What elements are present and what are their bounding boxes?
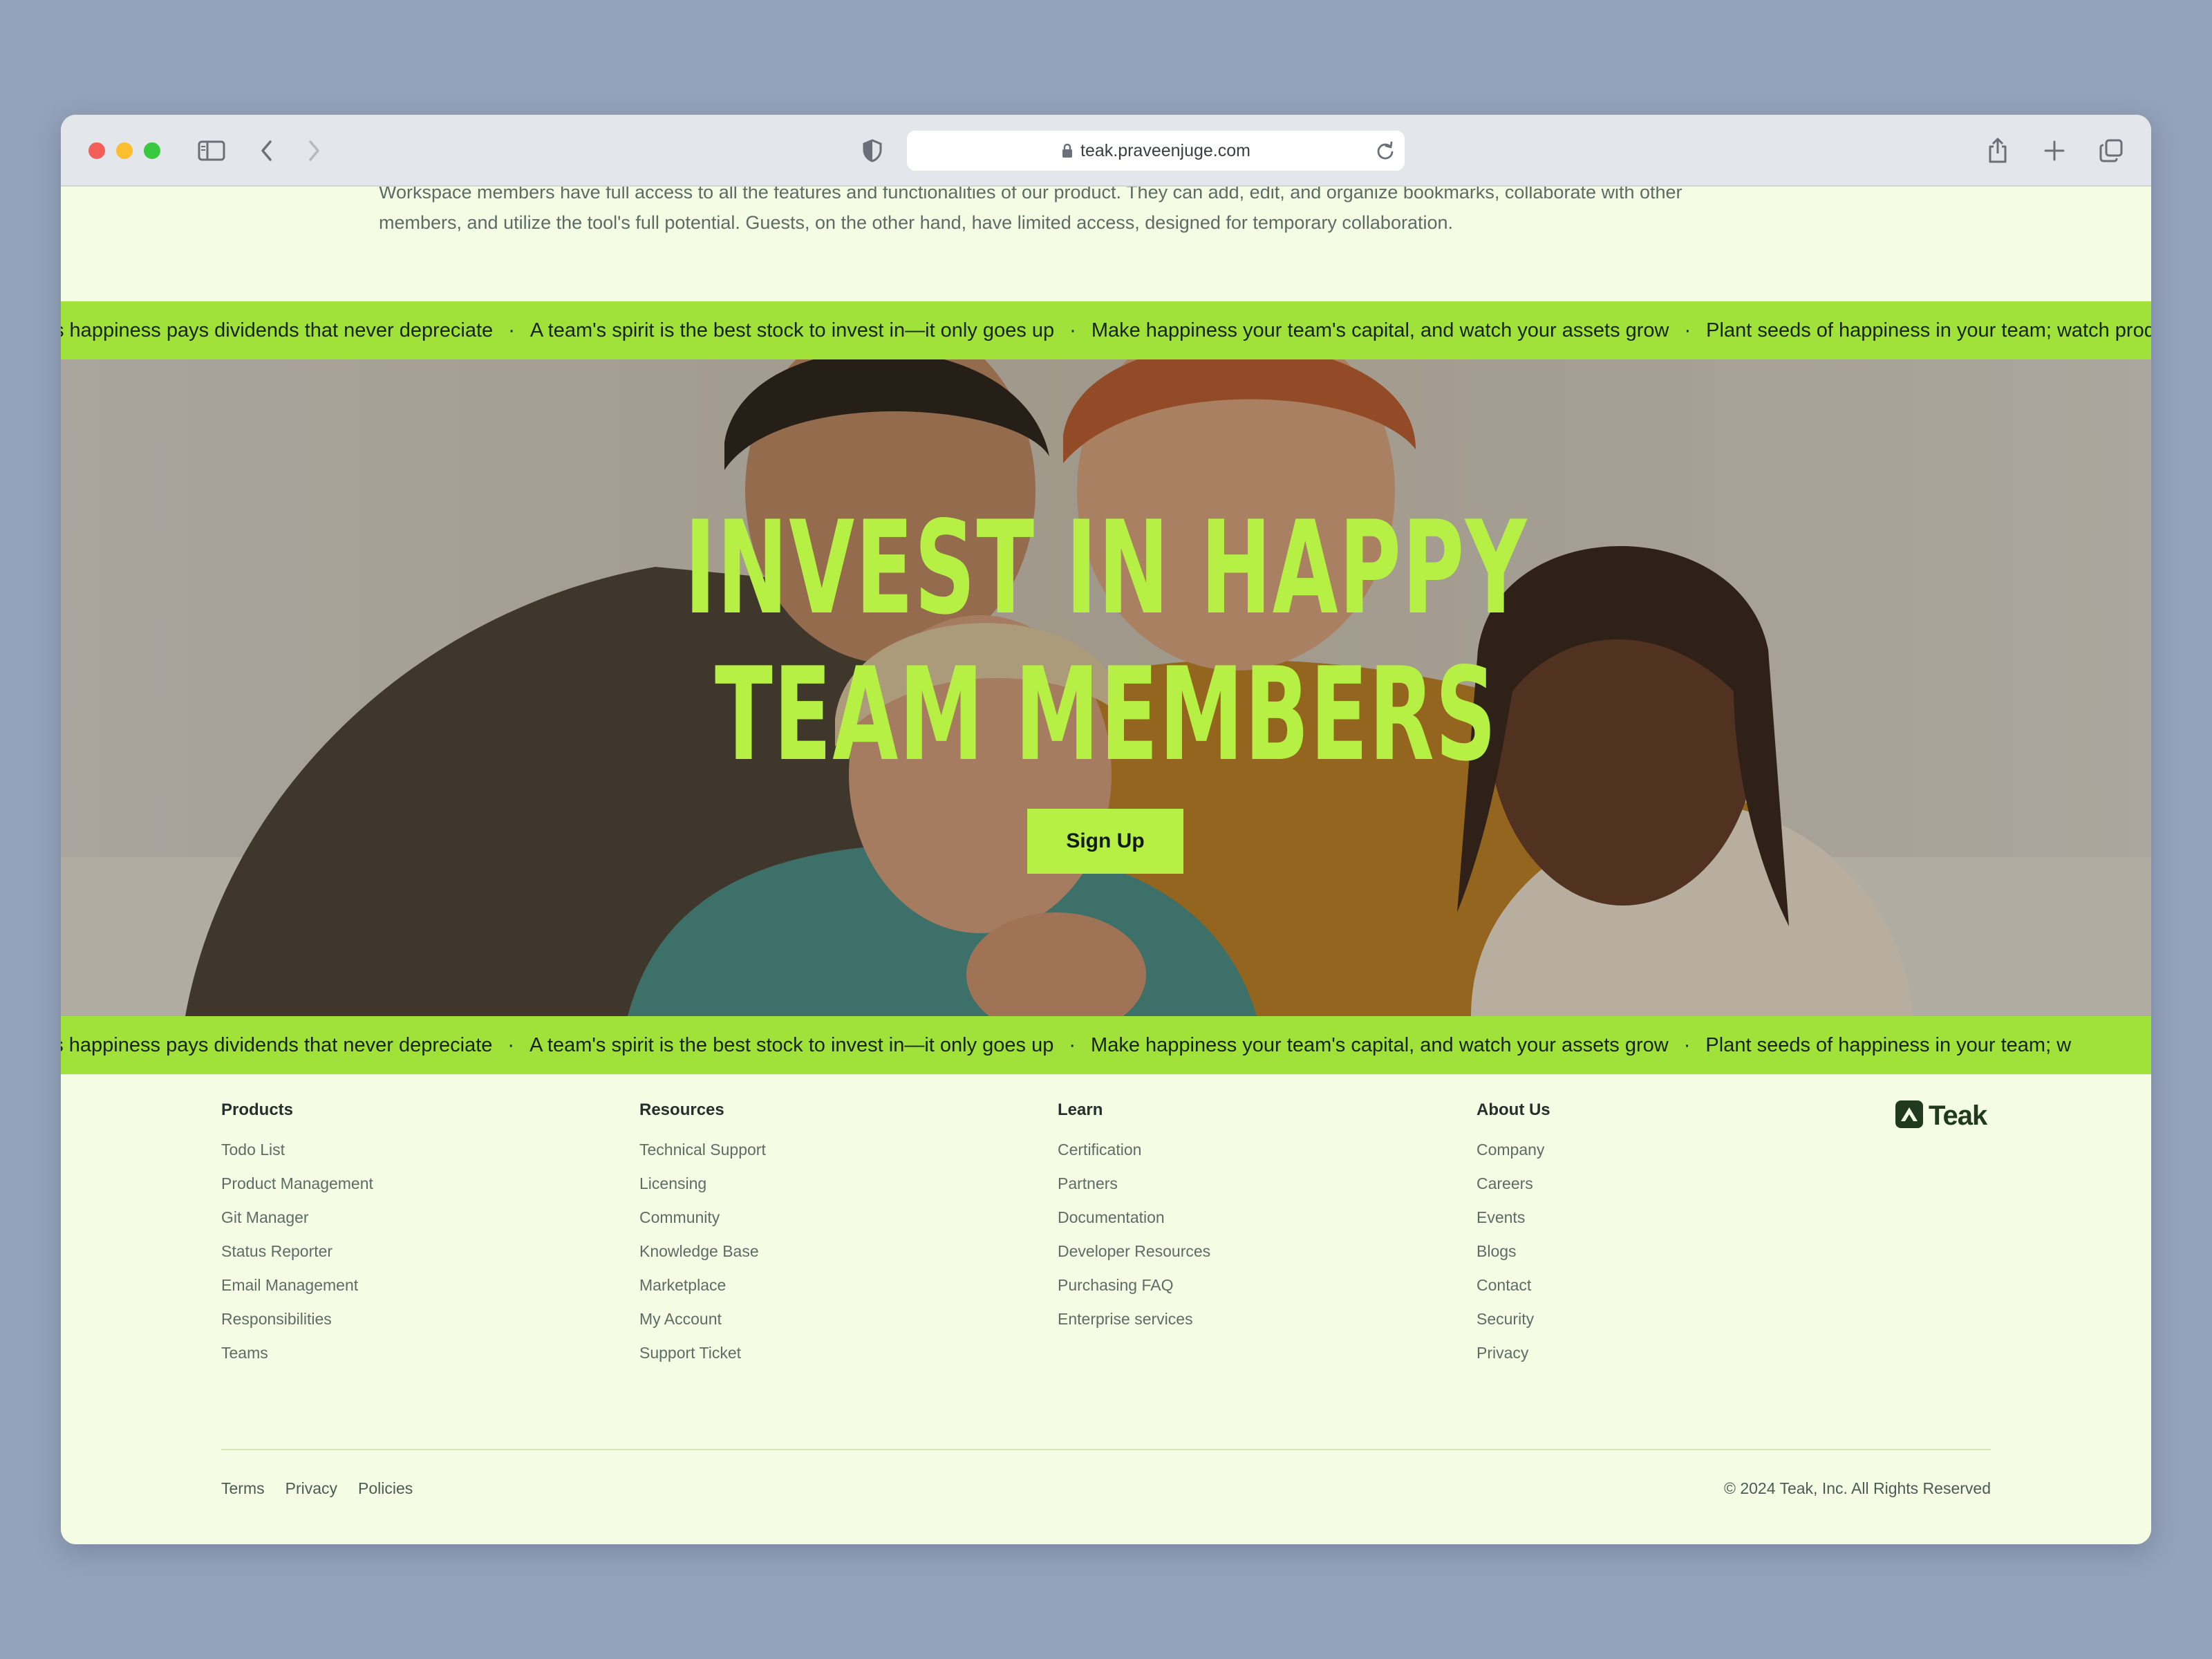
footer-link[interactable]: Marketplace <box>639 1276 766 1310</box>
hero-title-line: INVEST IN HAPPY <box>684 493 1528 643</box>
footer-link[interactable]: Contact <box>1477 1276 1550 1310</box>
legal-link-privacy[interactable]: Privacy <box>285 1479 337 1498</box>
footer-column-learn: Learn Certification Partners Documentati… <box>1058 1100 1210 1344</box>
footer-link[interactable]: Partners <box>1058 1174 1210 1208</box>
ticker-item: Plant seeds of happiness in your team; w <box>1705 1034 2072 1056</box>
footer-link[interactable]: Responsibilities <box>221 1310 373 1344</box>
footer-link[interactable]: Technical Support <box>639 1141 766 1174</box>
footer-link[interactable]: Events <box>1477 1208 1550 1242</box>
minimize-window-button[interactable] <box>116 142 133 159</box>
footer-link[interactable]: Privacy <box>1477 1344 1550 1378</box>
ticker-item: Make happiness your team's capital, and … <box>1091 1034 1669 1056</box>
footer-link[interactable]: Community <box>639 1208 766 1242</box>
members-description-line: Workspace members have full access to al… <box>379 187 1683 203</box>
footer-link[interactable]: Developer Resources <box>1058 1242 1210 1276</box>
ticker-item: A team's spirit is the best stock to inv… <box>529 1034 1054 1056</box>
page-content: Workspace members have full access to al… <box>61 187 2151 1544</box>
footer-link[interactable]: Blogs <box>1477 1242 1550 1276</box>
forward-icon[interactable] <box>299 135 329 166</box>
footer-link[interactable]: Product Management <box>221 1174 373 1208</box>
copyright-text: © 2024 Teak, Inc. All Rights Reserved <box>1723 1479 1991 1497</box>
footer-divider <box>221 1449 1991 1450</box>
ticker-item: Investing in your team's happiness pays … <box>61 1034 493 1056</box>
new-tab-icon[interactable] <box>2039 135 2070 166</box>
footer-link[interactable]: Documentation <box>1058 1208 1210 1242</box>
footer-link[interactable]: Teams <box>221 1344 373 1378</box>
legal-link-policies[interactable]: Policies <box>358 1479 413 1498</box>
footer-column-resources: Resources Technical Support Licensing Co… <box>639 1100 766 1378</box>
browser-window: teak.praveenjuge.com Workspace members h… <box>61 115 2151 1544</box>
footer-link[interactable]: Security <box>1477 1310 1550 1344</box>
ticker-item: Make happiness your team's capital, and … <box>1091 319 1669 341</box>
footer-link[interactable]: Git Manager <box>221 1208 373 1242</box>
lock-icon <box>1061 142 1074 159</box>
members-description: Workspace members have full access to al… <box>379 187 1858 238</box>
footer-link[interactable]: Email Management <box>221 1276 373 1310</box>
brand-logo[interactable]: Teak <box>1894 1099 1987 1133</box>
url-text: teak.praveenjuge.com <box>1080 140 1250 160</box>
shield-icon[interactable] <box>857 135 888 166</box>
ticker-separator: · <box>1069 319 1076 341</box>
ticker-item: s happiness pays dividends that never de… <box>61 319 494 341</box>
footer-column-products: Products Todo List Product Management Gi… <box>221 1100 373 1378</box>
ticker-item: A team's spirit is the best stock to inv… <box>529 319 1055 341</box>
address-bar[interactable]: teak.praveenjuge.com <box>907 131 1405 171</box>
footer-link[interactable]: Enterprise services <box>1058 1310 1210 1344</box>
footer-link[interactable]: My Account <box>639 1310 766 1344</box>
footer-link[interactable]: Knowledge Base <box>639 1242 766 1276</box>
reload-icon[interactable] <box>1376 140 1395 166</box>
ticker-separator: · <box>1684 319 1691 341</box>
ticker-item: Plant seeds of happiness in your team; w… <box>1706 319 2151 341</box>
tab-overview-icon[interactable] <box>2096 135 2126 166</box>
legal-link-terms[interactable]: Terms <box>221 1479 265 1498</box>
site-footer: Products Todo List Product Management Gi… <box>61 1074 2151 1544</box>
footer-column-heading: About Us <box>1477 1100 1550 1119</box>
browser-toolbar: teak.praveenjuge.com <box>61 115 2151 187</box>
footer-column-heading: Learn <box>1058 1100 1103 1119</box>
hero-title: INVEST IN HAPPY TEAM MEMBERS <box>416 495 1796 788</box>
footer-column-about-us: About Us Company Careers Events Blogs Co… <box>1477 1100 1550 1378</box>
ticker-separator: · <box>1683 1034 1691 1056</box>
share-icon[interactable] <box>1983 135 2013 166</box>
sidebar-icon[interactable] <box>196 135 227 166</box>
hero-title-line: TEAM MEMBERS <box>715 639 1497 789</box>
ticker-separator: · <box>508 319 515 341</box>
ticker-banner-top: s happiness pays dividends that never de… <box>61 301 2151 359</box>
footer-column-heading: Products <box>221 1100 294 1119</box>
footer-link[interactable]: Careers <box>1477 1174 1550 1208</box>
legal-links: Terms Privacy Policies <box>221 1479 413 1498</box>
ticker-banner-bottom: Investing in your team's happiness pays … <box>61 1016 2151 1074</box>
back-icon[interactable] <box>252 135 282 166</box>
footer-link[interactable]: Status Reporter <box>221 1242 373 1276</box>
footer-link[interactable]: Company <box>1477 1141 1550 1174</box>
footer-link[interactable]: Purchasing FAQ <box>1058 1276 1210 1310</box>
footer-link[interactable]: Licensing <box>639 1174 766 1208</box>
ticker-separator: · <box>1069 1034 1076 1056</box>
sign-up-button[interactable]: Sign Up <box>1027 809 1183 874</box>
teak-logo-icon <box>1894 1099 1924 1133</box>
close-window-button[interactable] <box>88 142 105 159</box>
footer-column-heading: Resources <box>639 1100 724 1119</box>
brand-name: Teak <box>1929 1100 1987 1131</box>
footer-link[interactable]: Todo List <box>221 1141 373 1174</box>
hero-section: INVEST IN HAPPY TEAM MEMBERS Sign Up <box>61 359 2151 1016</box>
members-description-line: members, and utilize the tool's full pot… <box>379 212 1454 233</box>
ticker-separator: · <box>507 1034 515 1056</box>
footer-link[interactable]: Certification <box>1058 1141 1210 1174</box>
footer-link[interactable]: Support Ticket <box>639 1344 766 1378</box>
zoom-window-button[interactable] <box>144 142 160 159</box>
